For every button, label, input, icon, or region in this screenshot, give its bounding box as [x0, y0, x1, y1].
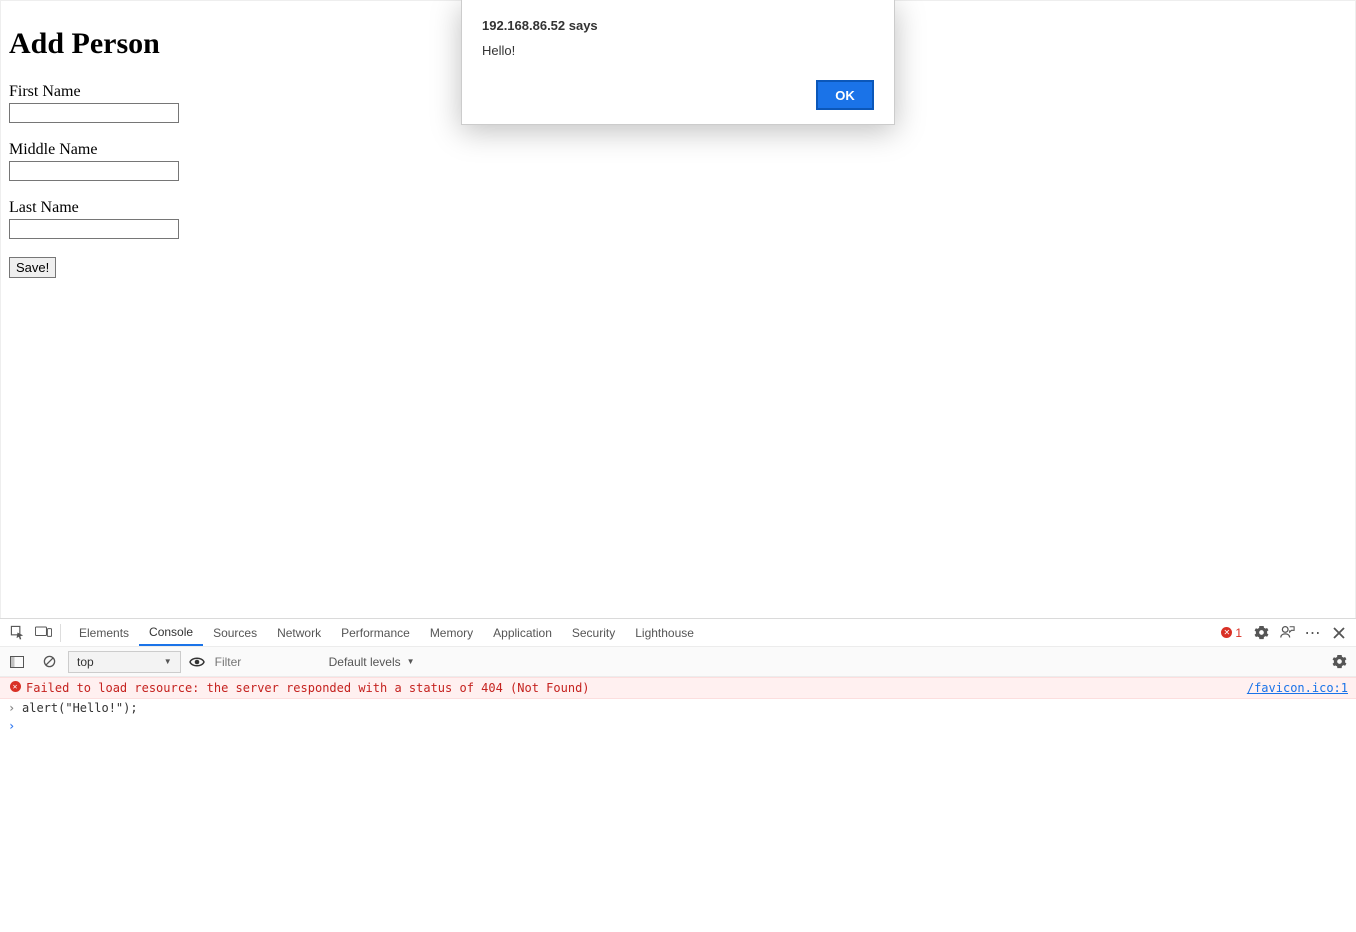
console-filter-input[interactable] [213, 654, 323, 670]
chevron-right-icon: › [8, 701, 22, 715]
devtools-panel: Elements Console Sources Network Perform… [0, 618, 1356, 932]
chevron-down-icon: ▼ [164, 657, 172, 666]
field-last-name: Last Name [9, 199, 1347, 239]
console-input-row[interactable]: › [0, 717, 1356, 735]
console-history-row[interactable]: › alert("Hello!"); [0, 699, 1356, 717]
console-error-row[interactable]: ✕ Failed to load resource: the server re… [0, 677, 1356, 699]
tab-network[interactable]: Network [267, 619, 331, 646]
console-history-text: alert("Hello!"); [22, 701, 138, 715]
close-icon[interactable] [1326, 620, 1352, 646]
clear-console-icon[interactable] [36, 649, 62, 675]
execution-context-select[interactable]: top ▼ [68, 651, 181, 673]
tab-sources[interactable]: Sources [203, 619, 267, 646]
error-icon: ✕ [8, 681, 22, 692]
alert-dialog: 192.168.86.52 says Hello! OK [461, 0, 895, 125]
chevron-right-icon: › [8, 719, 22, 733]
device-toolbar-icon[interactable] [30, 620, 56, 646]
middle-name-input[interactable] [9, 161, 179, 181]
tab-lighthouse[interactable]: Lighthouse [625, 619, 704, 646]
error-count-badge[interactable]: ✕ 1 [1221, 626, 1242, 640]
divider [60, 624, 61, 642]
more-icon[interactable]: ⋯ [1300, 620, 1326, 646]
settings-icon[interactable] [1248, 620, 1274, 646]
tab-performance[interactable]: Performance [331, 619, 420, 646]
alert-actions: OK [482, 80, 874, 110]
inspect-element-icon[interactable] [4, 620, 30, 646]
console-error-text: Failed to load resource: the server resp… [22, 681, 1247, 695]
console-sidebar-toggle-icon[interactable] [4, 649, 30, 675]
last-name-input[interactable] [9, 219, 179, 239]
console-error-source-link[interactable]: /favicon.ico:1 [1247, 681, 1348, 695]
devtools-tabs: Elements Console Sources Network Perform… [69, 619, 704, 646]
live-expression-icon[interactable] [187, 656, 207, 668]
tab-application[interactable]: Application [483, 619, 562, 646]
middle-name-label: Middle Name [9, 141, 1347, 159]
tab-elements[interactable]: Elements [69, 619, 139, 646]
alert-ok-button[interactable]: OK [816, 80, 874, 110]
first-name-input[interactable] [9, 103, 179, 123]
log-levels-select[interactable]: Default levels ▼ [329, 655, 415, 669]
chevron-down-icon: ▼ [407, 657, 415, 666]
error-icon: ✕ [1221, 627, 1232, 638]
execution-context-value: top [77, 655, 94, 669]
tab-console[interactable]: Console [139, 619, 203, 646]
console-settings-icon[interactable] [1326, 649, 1352, 675]
tab-security[interactable]: Security [562, 619, 625, 646]
alert-title: 192.168.86.52 says [482, 18, 874, 33]
log-levels-label: Default levels [329, 655, 401, 669]
last-name-label: Last Name [9, 199, 1347, 217]
devtools-tabbar: Elements Console Sources Network Perform… [0, 619, 1356, 647]
error-count: 1 [1235, 626, 1242, 640]
save-button[interactable]: Save! [9, 257, 56, 278]
console-log-area: ✕ Failed to load resource: the server re… [0, 677, 1356, 932]
feedback-icon[interactable] [1274, 620, 1300, 646]
tab-memory[interactable]: Memory [420, 619, 483, 646]
field-middle-name: Middle Name [9, 141, 1347, 181]
alert-message: Hello! [482, 43, 874, 58]
console-toolbar: top ▼ Default levels ▼ [0, 647, 1356, 677]
